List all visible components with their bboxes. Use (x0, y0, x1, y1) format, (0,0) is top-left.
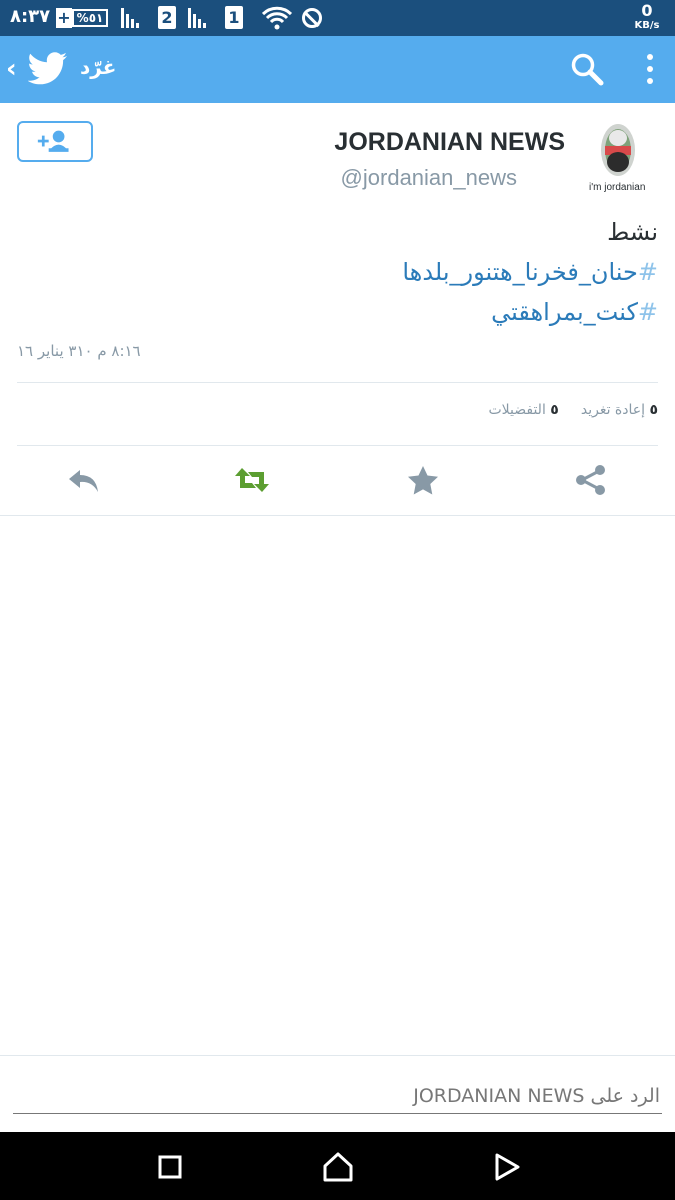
share-icon[interactable] (573, 464, 609, 496)
twitter-bird-icon (28, 52, 68, 85)
hashtag-symbol: # (637, 258, 658, 286)
favorite-stat[interactable]: ٥ التفضيلات (488, 402, 558, 418)
app-bar-title[interactable]: غرّد (80, 55, 116, 79)
overflow-menu-icon[interactable] (640, 52, 660, 86)
chevron-left-icon[interactable]: ‹ (6, 54, 22, 84)
sim-badge-2: 2 (158, 6, 176, 29)
hashtag-text: حنان_فخرنا_هتنور_بلدها (402, 258, 638, 286)
hashtag-text: كنت_بمراهقتي (491, 298, 638, 326)
retweet-icon[interactable] (234, 464, 270, 496)
follow-button[interactable] (17, 121, 93, 162)
retweet-label: إعادة تغريد (580, 402, 645, 418)
signal-icon (121, 8, 143, 28)
app-bar: ‹ غرّد (0, 36, 675, 103)
battery-icon: + %٥١ (56, 8, 110, 28)
divider (17, 445, 658, 446)
reply-icon[interactable] (66, 464, 102, 496)
battery-percent: %٥١ (72, 9, 108, 27)
network-speed-unit: KB/s (634, 20, 660, 31)
add-user-icon (37, 130, 69, 152)
search-icon[interactable] (570, 52, 604, 86)
favorite-label: التفضيلات (488, 402, 546, 418)
signal-icon (188, 8, 210, 28)
user-handle[interactable]: @jordanian_news (341, 165, 517, 191)
retweet-stat[interactable]: ٥ إعادة تغريد (581, 402, 658, 418)
home-icon[interactable] (323, 1152, 353, 1182)
do-not-disturb-icon (302, 8, 322, 28)
tweet-stats: ٥ إعادة تغريد٥ التفضيلات (488, 402, 658, 418)
favorite-count: ٥ (550, 402, 559, 418)
tweet-text-line: نشط (607, 218, 658, 246)
status-bar: ٨:٣٧ + %٥١ 2 1 0 KB/s (0, 0, 675, 36)
sim-badge-1: 1 (225, 6, 243, 29)
network-speed: 0 KB/s (631, 2, 663, 32)
tweet-text: نشط #حنان_فخرنا_هتنور_بلدها #كنت_بمراهقت… (18, 212, 658, 332)
divider (17, 382, 658, 383)
back-triangle-icon[interactable] (492, 1152, 522, 1182)
system-nav-bar (0, 1132, 675, 1200)
hashtag-link[interactable]: #حنان_فخرنا_هتنور_بلدها (18, 252, 658, 292)
reply-box (0, 1055, 675, 1132)
wifi-icon (262, 6, 292, 30)
recents-square-icon[interactable] (155, 1152, 185, 1182)
tweet-timestamp: ٨:١٦ م ٣١٠ يناير ١٦ (17, 342, 141, 360)
tweet-actions (0, 450, 675, 512)
avatar[interactable]: i'm jordanian (585, 118, 655, 198)
reply-input[interactable] (13, 1078, 662, 1114)
display-name[interactable]: JORDANIAN NEWS (334, 128, 565, 157)
charging-plus-icon: + (56, 8, 72, 28)
favorite-star-icon[interactable] (405, 464, 441, 496)
hashtag-link[interactable]: #كنت_بمراهقتي (18, 292, 658, 332)
network-speed-value: 0 (641, 1, 653, 20)
divider (0, 515, 675, 516)
status-time: ٨:٣٧ (10, 6, 51, 27)
retweet-count: ٥ (649, 402, 658, 418)
hashtag-symbol: # (637, 298, 658, 326)
avatar-caption: i'm jordanian (589, 182, 646, 193)
